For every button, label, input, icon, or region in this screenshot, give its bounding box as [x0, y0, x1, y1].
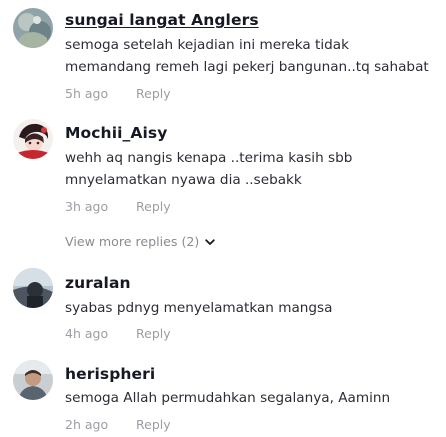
- avatar[interactable]: [13, 360, 53, 400]
- avatar[interactable]: [13, 268, 53, 308]
- comment-text-line: mnyelamatkan nyawa dia ..sebakk: [65, 172, 302, 188]
- reply-button[interactable]: Reply: [136, 86, 171, 102]
- comment-text-line: memandang remeh lagi pekerj bangunan..tq…: [65, 59, 429, 75]
- view-more-replies-button[interactable]: View more replies (2): [65, 234, 216, 250]
- comment-text-line: wehh aq nangis kenapa ..terima kasih sbb: [65, 150, 353, 166]
- comment-username[interactable]: herispheri: [65, 364, 155, 384]
- comment-username[interactable]: Mochii_Aisy: [65, 123, 167, 143]
- comment-time: 2h ago: [65, 417, 109, 432]
- comment-time: 4h ago: [65, 326, 109, 341]
- comment-text-line: semoga Allah permudahkan segalanya, Aami…: [65, 390, 391, 406]
- comment-time: 3h ago: [65, 199, 109, 214]
- reply-button[interactable]: Reply: [136, 326, 171, 342]
- comment-username[interactable]: zuralan: [65, 273, 131, 293]
- comment-text-line: semoga setelah kejadian ini mereka tidak: [65, 37, 349, 53]
- comment-meta: 2h ago Reply: [65, 417, 171, 433]
- view-more-replies-label: View more replies (2): [65, 234, 200, 249]
- comment-meta: 4h ago Reply: [65, 326, 171, 342]
- reply-button[interactable]: Reply: [136, 199, 171, 215]
- reply-button[interactable]: Reply: [136, 417, 171, 433]
- comment-text-line: syabas pdnyg menyelamatkan mangsa: [65, 300, 333, 316]
- avatar[interactable]: [13, 8, 53, 48]
- comment-meta: 5h ago Reply: [65, 86, 171, 102]
- avatar[interactable]: [13, 119, 53, 159]
- chevron-down-icon: [205, 234, 216, 250]
- comment-meta: 3h ago Reply: [65, 199, 171, 215]
- comment-username[interactable]: sungai langat Anglers: [65, 10, 259, 30]
- comment-time: 5h ago: [65, 86, 109, 101]
